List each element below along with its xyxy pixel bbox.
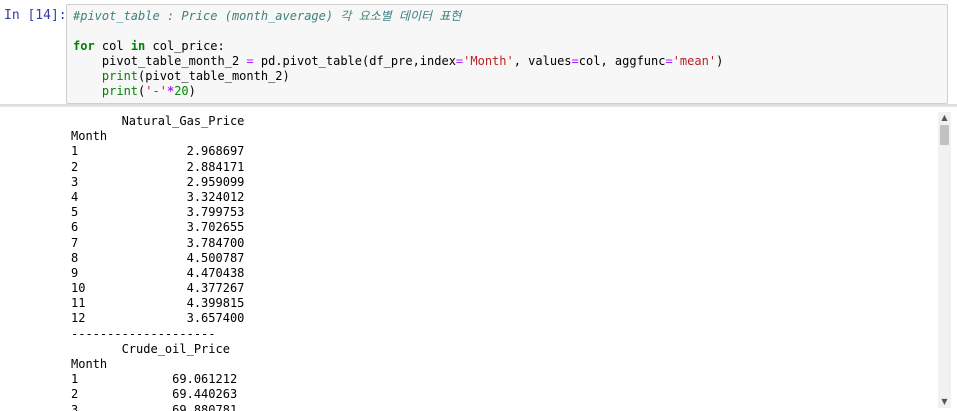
output-line: 9 4.470438	[71, 265, 245, 280]
code-line: for col in col_price:	[73, 39, 723, 54]
output-line: 11 4.399815	[71, 296, 245, 311]
output-line: 2 69.440263	[71, 387, 238, 402]
code-token: col	[94, 39, 131, 53]
output-line: 4 3.324012	[71, 189, 245, 204]
input-prompt: In [14]:	[4, 8, 67, 23]
output-line: 12 3.657400	[71, 311, 245, 326]
output-line: 2 2.884171	[71, 159, 245, 174]
code-line: #pivot_table : Price (month_average) 각 요…	[73, 9, 723, 24]
output-line: --------------------	[71, 326, 216, 341]
output-line: 1 2.968697	[71, 144, 245, 159]
code-editor[interactable]: #pivot_table : Price (month_average) 각 요…	[73, 9, 723, 99]
output-text: Natural_Gas_Price Month 1 2.968697 2 2.8841…	[71, 114, 244, 411]
output-line: 3 69.880781	[71, 402, 238, 411]
code-token: for	[73, 39, 95, 53]
output-line: 8 4.500787	[71, 250, 245, 265]
code-token: 'mean'	[672, 54, 717, 68]
code-line: print(pivot_table_month_2)	[73, 69, 723, 84]
output-area[interactable]: Natural_Gas_Price Month 1 2.968697 2 2.8841…	[0, 107, 957, 411]
scroll-thumb[interactable]	[940, 125, 949, 145]
code-token: pivot_table_month_2	[73, 54, 247, 68]
code-token: )	[716, 54, 724, 68]
code-token: , values	[513, 54, 572, 68]
code-token: #pivot_table : Price (month_average) 각 요…	[73, 9, 462, 23]
scroll-up-icon[interactable]: ▲	[938, 112, 951, 124]
code-token: in	[130, 39, 146, 53]
code-token: )	[188, 84, 196, 98]
code-line: pivot_table_month_2 = pd.pivot_table(df_…	[73, 54, 723, 69]
notebook-cell: In [14]: #pivot_table : Price (month_ave…	[0, 0, 957, 411]
code-token: pd.pivot_table(df_pre,index	[253, 54, 456, 68]
scroll-down-icon[interactable]: ▼	[938, 396, 951, 408]
code-token: 20	[174, 84, 189, 98]
output-line: 1 69.061212	[71, 372, 238, 387]
output-line: Natural_Gas_Price	[71, 114, 245, 128]
code-token: print	[101, 84, 139, 98]
code-token: col_price:	[145, 39, 225, 53]
code-token: '-'	[145, 84, 167, 98]
code-token: col, aggfunc	[578, 54, 666, 68]
output-line: 10 4.377267	[71, 281, 245, 296]
code-token: print	[101, 69, 139, 83]
code-input-area[interactable]: #pivot_table : Price (month_average) 각 요…	[66, 4, 948, 104]
output-line: 3 2.959099	[71, 174, 245, 189]
output-line: Crude_oil_Price	[71, 341, 230, 356]
code-token: =	[246, 54, 254, 68]
code-token: 'Month'	[463, 54, 514, 68]
code-token: =	[571, 54, 579, 68]
output-line: Month	[71, 129, 108, 144]
code-token: (pivot_table_month_2)	[138, 69, 290, 83]
output-line: 5 3.799753	[71, 205, 245, 220]
output-scrollbar[interactable]: ▲ ▼	[938, 112, 951, 408]
code-line: print('-'*20)	[73, 84, 723, 99]
output-line: 7 3.784700	[71, 235, 245, 250]
output-line: Month	[71, 357, 108, 371]
output-line: 6 3.702655	[71, 220, 245, 235]
code-token: =	[665, 54, 673, 68]
